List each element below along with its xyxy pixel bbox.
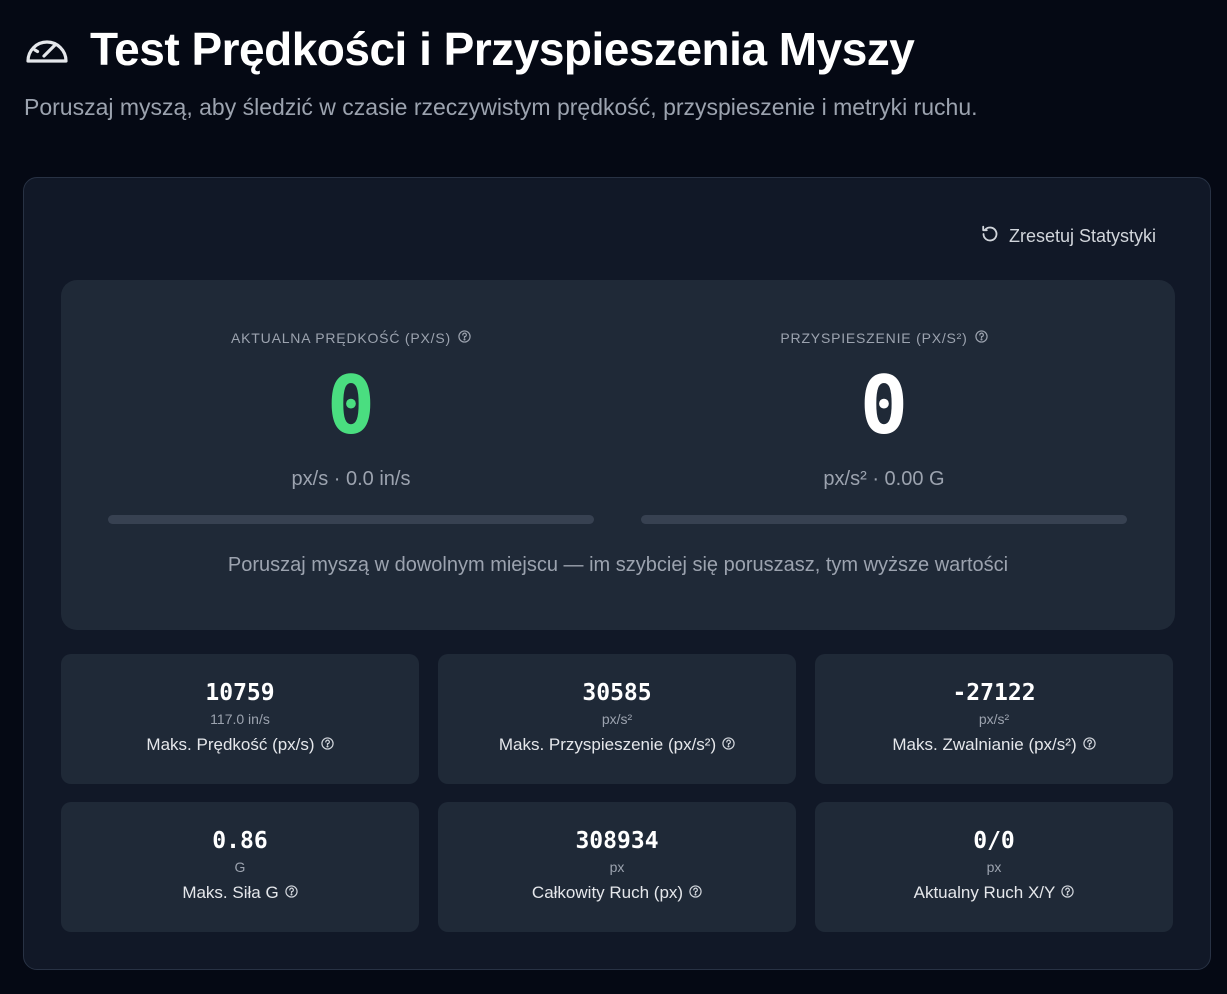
reset-icon — [980, 224, 1000, 249]
reset-label: Zresetuj Statystyki — [1008, 226, 1156, 246]
speed-progress-bar — [108, 515, 594, 524]
stats-grid: 10759 117.0 in/s Maks. Prędkość (px/s) 3… — [61, 654, 1175, 932]
stat-card-max-g-force: 0.86 G Maks. Siła G — [61, 802, 419, 932]
stat-subtext: px/s² — [601, 711, 633, 727]
stat-label-row: Maks. Siła G — [182, 883, 298, 903]
acceleration-label-row: PRZYSPIESZENIE (PX/S²) — [780, 330, 988, 346]
acceleration-value: 0 — [859, 359, 909, 452]
stat-value: 308934 — [575, 828, 659, 854]
help-icon[interactable] — [974, 330, 988, 346]
stat-card-total-movement: 308934 px Całkowity Ruch (px) — [438, 802, 796, 932]
stat-card-current-xy: 0/0 px Aktualny Ruch X/Y — [815, 802, 1173, 932]
speedometer-icon — [24, 32, 70, 66]
stat-value: 30585 — [582, 680, 652, 706]
stat-label: Całkowity Ruch (px) — [531, 883, 684, 902]
stat-label: Maks. Zwalnianie (px/s²) — [892, 735, 1077, 754]
movement-hint: Poruszaj myszą w dowolnym miejscu — im s… — [227, 554, 1009, 576]
acceleration-unit: px/s² · 0.00 G — [823, 468, 945, 490]
stat-label-row: Aktualny Ruch X/Y — [914, 883, 1075, 903]
help-icon[interactable] — [1082, 735, 1096, 755]
acceleration-progress-bar — [641, 515, 1127, 524]
stat-value: 0/0 — [973, 828, 1015, 854]
help-icon[interactable] — [458, 330, 471, 346]
stat-value: -27122 — [952, 680, 1036, 706]
stat-label-row: Całkowity Ruch (px) — [532, 883, 702, 903]
current-speed-metric: AKTUALNA PRĘDKOŚĆ (PX/S) 0 px/s · 0.0 in… — [108, 330, 594, 524]
stat-label-row: Maks. Przyspieszenie (px/s²) — [499, 735, 735, 755]
stat-subtext: G — [234, 859, 246, 875]
stat-label: Maks. Prędkość (px/s) — [146, 735, 315, 754]
test-panel: Zresetuj Statystyki AKTUALNA PRĘDKOŚĆ (P… — [23, 177, 1211, 970]
stat-label-row: Maks. Zwalnianie (px/s²) — [892, 735, 1096, 755]
title-row: Test Prędkości i Przyspieszenia Myszy — [24, 22, 978, 76]
stat-card-max-deceleration: -27122 px/s² Maks. Zwalnianie (px/s²) — [815, 654, 1173, 784]
stat-subtext: px/s² — [978, 711, 1010, 727]
acceleration-metric: PRZYSPIESZENIE (PX/S²) 0 px/s² · 0.00 G — [641, 330, 1127, 524]
current-speed-value: 0 — [326, 359, 376, 452]
stat-value: 10759 — [205, 680, 275, 706]
stat-label-row: Maks. Prędkość (px/s) — [146, 735, 334, 755]
stat-label: Maks. Siła G — [182, 883, 279, 902]
stat-card-max-acceleration: 30585 px/s² Maks. Przyspieszenie (px/s²) — [438, 654, 796, 784]
help-icon[interactable] — [722, 735, 735, 755]
acceleration-label: PRZYSPIESZENIE (PX/S²) — [780, 330, 968, 346]
current-speed-label: AKTUALNA PRĘDKOŚĆ (PX/S) — [231, 330, 451, 346]
help-icon[interactable] — [1061, 883, 1075, 903]
stat-subtext: px — [986, 859, 1002, 875]
help-icon[interactable] — [284, 883, 298, 903]
current-speed-label-row: AKTUALNA PRĘDKOŚĆ (PX/S) — [231, 330, 471, 346]
help-icon[interactable] — [320, 735, 334, 755]
stat-subtext: 117.0 in/s — [210, 711, 270, 727]
stat-label: Aktualny Ruch X/Y — [913, 883, 1056, 902]
page-subtitle: Poruszaj myszą, aby śledzić w czasie rze… — [24, 94, 978, 120]
stat-label: Maks. Przyspieszenie (px/s²) — [498, 735, 717, 754]
stat-card-max-speed: 10759 117.0 in/s Maks. Prędkość (px/s) — [61, 654, 419, 784]
help-icon[interactable] — [689, 883, 702, 903]
stat-subtext: px — [609, 859, 625, 875]
page-header: Test Prędkości i Przyspieszenia Myszy Po… — [24, 22, 978, 121]
stat-value: 0.86 — [212, 828, 268, 854]
reset-stats-button[interactable]: Zresetuj Statystyki — [980, 224, 1156, 249]
current-speed-unit: px/s · 0.0 in/s — [291, 468, 411, 490]
live-metrics-card: AKTUALNA PRĘDKOŚĆ (PX/S) 0 px/s · 0.0 in… — [61, 280, 1175, 630]
page-title: Test Prędkości i Przyspieszenia Myszy — [90, 23, 915, 75]
